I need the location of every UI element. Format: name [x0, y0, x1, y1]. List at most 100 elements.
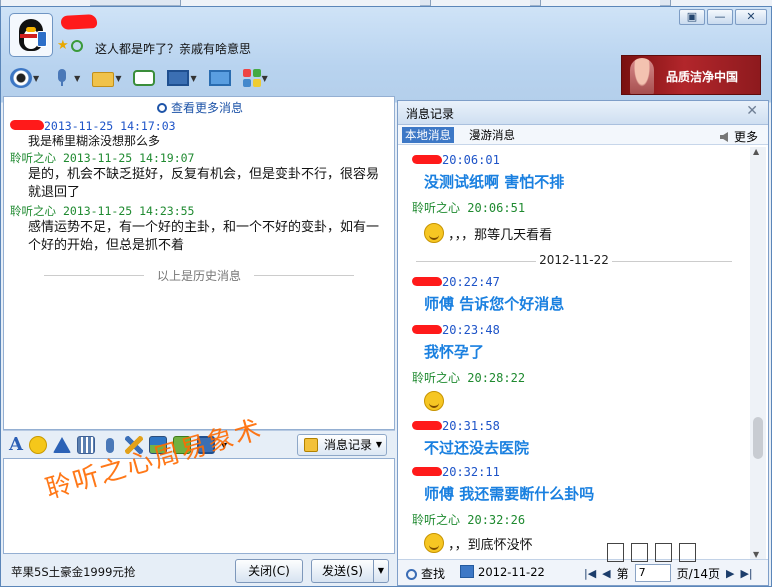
redacted-sender [412, 277, 442, 286]
camera-icon [10, 68, 32, 88]
first-page-icon[interactable]: |◀ [584, 567, 596, 580]
history-message-header: 聆听之心 20:28:22 [412, 371, 526, 385]
scroll-up-icon[interactable]: ▲ [753, 147, 759, 156]
text-ad-link[interactable]: 苹果5S土豪金1999元抢 [11, 564, 135, 580]
prev-page-icon[interactable]: ◀ [602, 567, 610, 580]
redacted-sender [412, 421, 442, 430]
redacted-nickname [60, 14, 98, 30]
history-icon [304, 438, 318, 452]
page-label-prefix: 第 [616, 566, 629, 581]
close-window-button[interactable]: ✕ [735, 9, 767, 25]
page-label-suffix: 页/14页 [676, 566, 720, 581]
sms-button[interactable] [130, 65, 158, 91]
view-more-messages-link[interactable]: 查看更多消息 [4, 99, 396, 116]
message-history-panel: 消息记录 ✕ 本地消息 漫游消息 更多 20:06:01 没测试纸啊 害怕不排 … [397, 100, 769, 586]
message-icon [133, 70, 156, 86]
message-history-button[interactable]: 消息记录 ▼ [297, 434, 387, 456]
history-message-header: 20:06:01 [412, 153, 500, 167]
history-scrollbar[interactable]: ▲ ▼ [750, 147, 766, 559]
empty-overlay-boxes [607, 543, 696, 562]
history-message-header: 20:23:48 [412, 323, 500, 337]
tab-local-messages[interactable]: 本地消息 [402, 127, 454, 143]
history-separator: 以上是历史消息 [24, 267, 374, 284]
history-tabs: 本地消息 漫游消息 更多 [398, 125, 768, 145]
apps-icon [242, 69, 261, 87]
history-message-header: 聆听之心 20:06:51 [412, 201, 526, 215]
message-text: 感情运势不足，有一个好的主卦，和一个不好的变卦，如有一个好的开始，但总是抓不着 [28, 220, 380, 253]
emoticon-icon [424, 223, 444, 243]
redacted-sender [412, 155, 442, 164]
search-button[interactable]: 查找 [406, 565, 445, 582]
scroll-down-icon[interactable]: ▼ [753, 550, 759, 559]
tab-roaming-messages[interactable]: 漫游消息 [466, 127, 518, 143]
window-controls: ▣ — ✕ [679, 9, 767, 25]
calendar-icon [460, 565, 474, 578]
video-call-button[interactable]: ▼ [7, 65, 42, 91]
microphone-icon [51, 68, 73, 88]
chat-history-area: 查看更多消息 2013-11-25 14:17:03 我是稀里糊涂没想那么多 聆… [3, 96, 395, 430]
status-icons: ★ [57, 39, 83, 53]
contact-signature: 这人都是咋了？亲戚有啥意思 [95, 42, 252, 56]
history-footer: 查找 2012-11-22 |◀ ◀ 第 7 页/14页 ▶ ▶| [398, 559, 768, 585]
pager: |◀ ◀ 第 7 页/14页 ▶ ▶| [584, 564, 753, 582]
speaker-icon [719, 132, 728, 142]
redacted-sender [412, 467, 442, 476]
history-message-header: 20:22:47 [412, 275, 500, 289]
clock-icon [156, 103, 167, 113]
main-toolbar: ▼ ▼ ▼ ▼ ▼ [7, 63, 271, 93]
history-message-text [424, 391, 444, 411]
emoji-icon[interactable] [28, 436, 47, 454]
history-message-text: ，，到底怀没怀 [424, 533, 533, 553]
emoticon-icon [424, 391, 444, 411]
history-message-text: 没测试纸啊 害怕不排 [424, 173, 565, 191]
bottom-bar: 苹果5S土豪金1999元抢 关闭(C) 发送(S) ▼ [3, 554, 395, 586]
search-icon [406, 569, 417, 580]
folder-icon [92, 72, 115, 87]
message-text: 我是稀里糊涂没想那么多 [28, 134, 161, 148]
skin-button[interactable]: ▣ [679, 9, 705, 25]
qq-penguin-icon [15, 17, 47, 53]
scroll-thumb[interactable] [753, 417, 763, 459]
message-text: 是的，机会不缺乏挺好，反复有机会，但是变卦不行，很容易就退回了 [28, 167, 380, 200]
next-page-icon[interactable]: ▶ [726, 567, 734, 580]
message-header: 聆听之心 2013-11-25 14:23:55 [10, 204, 195, 218]
history-panel-header: 消息记录 ✕ [398, 101, 768, 125]
close-icon[interactable]: ✕ [746, 103, 758, 119]
ad-banner[interactable]: 品质洁净中国 [621, 55, 761, 95]
avatar[interactable] [9, 13, 53, 57]
history-panel-title: 消息记录 [406, 107, 455, 121]
last-page-icon[interactable]: ▶| [740, 567, 752, 580]
close-button[interactable]: 关闭(C) [235, 559, 303, 583]
history-message-list: 20:06:01 没测试纸啊 害怕不排 聆听之心 20:06:51 ，，，那等几… [398, 147, 750, 559]
date-picker[interactable]: 2012-11-22 [460, 565, 545, 579]
apps-button[interactable]: ▼ [240, 65, 271, 91]
message-list: 2013-11-25 14:17:03 我是稀里糊涂没想那么多 聆听之心 201… [10, 119, 390, 257]
history-message-header: 20:32:11 [412, 465, 500, 479]
history-message-text: 不过还没去医院 [424, 439, 530, 457]
star-icon: ★ [57, 38, 69, 53]
message-header: 2013-11-25 14:17:03 [10, 119, 390, 134]
remote-assist-button[interactable]: ▼ [164, 65, 199, 91]
emoticon-icon [424, 533, 444, 553]
voice-call-button[interactable]: ▼ [48, 65, 83, 91]
ad-banner-text: 品质洁净中国 [666, 70, 739, 84]
more-button[interactable]: 更多 [719, 128, 758, 145]
redacted-sender [412, 325, 442, 334]
page-number-input[interactable]: 7 [634, 564, 671, 582]
shake-window-icon[interactable] [52, 437, 71, 453]
history-message-header: 20:31:58 [412, 419, 500, 433]
send-file-button[interactable]: ▼ [89, 65, 124, 91]
history-message-text: 我怀孕了 [424, 343, 485, 361]
video-clip-icon[interactable] [76, 436, 95, 454]
message-header: 聆听之心 2013-11-25 14:19:07 [10, 151, 195, 165]
date-separator: 2012-11-22 [398, 253, 750, 267]
send-button[interactable]: 发送(S) [311, 559, 373, 583]
history-message-text: 师傅 告诉您个好消息 [424, 295, 565, 313]
redacted-sender [10, 120, 44, 130]
history-message-text: 师傅 我还需要断什么卦吗 [424, 485, 595, 503]
share-screen-button[interactable] [206, 65, 234, 91]
font-format-icon[interactable]: A [9, 435, 23, 455]
send-options-button[interactable]: ▼ [373, 559, 389, 583]
minimize-button[interactable]: — [707, 9, 733, 25]
qq-chat-window: ★ 这人都是咋了？亲戚有啥意思 ▣ — ✕ ▼ ▼ ▼ ▼ ▼ 品质洁净中国 查… [0, 6, 772, 587]
